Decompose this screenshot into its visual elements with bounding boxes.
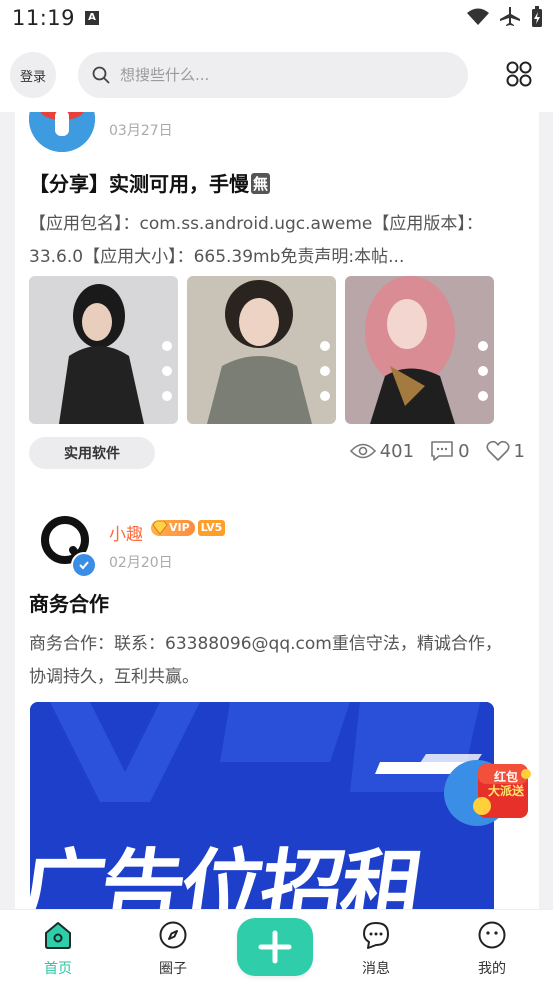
profile-icon — [478, 921, 506, 949]
post-title[interactable]: 【分享】实测可用，手慢無 — [29, 168, 271, 197]
post-title[interactable]: 商务合作 — [29, 588, 109, 617]
bottom-tab-bar: 首页 圈子 消息 我的 — [0, 909, 553, 985]
top-bar: 登录 — [0, 38, 553, 112]
status-icons — [467, 6, 543, 28]
verified-badge-icon — [71, 552, 97, 578]
tab-profile-label: 我的 — [478, 961, 506, 977]
avatar-image — [29, 112, 95, 152]
plus-icon — [258, 930, 292, 964]
likes-stat[interactable]: 1 — [485, 440, 525, 462]
likes-count: 1 — [513, 440, 525, 462]
author-name[interactable]: 小趣 — [109, 520, 143, 545]
vip-label: VIP — [169, 521, 190, 534]
video-thumbnail[interactable] — [187, 276, 336, 424]
post-date: 02月20日 — [109, 555, 173, 571]
ad-banner-text: 广告位招租 — [30, 840, 428, 909]
tab-home-label: 首页 — [44, 961, 72, 977]
notification-icon: A — [85, 11, 99, 25]
search-bar[interactable] — [78, 52, 468, 98]
video-thumbnail[interactable] — [29, 276, 178, 424]
comment-icon — [431, 441, 453, 461]
red-packet-line1: 红包 — [493, 770, 518, 784]
red-packet-line2: 大派送 — [487, 784, 524, 798]
tab-profile[interactable]: 我的 — [462, 920, 522, 978]
comments-stat[interactable]: 0 — [430, 440, 470, 462]
level-badge: LV5 — [197, 520, 226, 536]
post-card[interactable]: 小趣 VIP LV5 02月20日 商务合作 商务合作：联系：63388096@… — [15, 494, 539, 909]
airplane-icon — [500, 7, 520, 26]
tab-home[interactable]: 首页 — [28, 920, 88, 978]
chat-icon — [363, 922, 389, 949]
login-button[interactable]: 登录 — [10, 52, 56, 98]
search-input[interactable] — [118, 65, 452, 85]
post-date: 03月27日 — [109, 123, 173, 139]
status-bar: 11:19 A — [0, 0, 553, 38]
status-time: 11:19 — [12, 6, 76, 30]
compass-icon — [159, 921, 187, 949]
post-stats: 401 0 1 — [349, 440, 525, 462]
ad-banner-image[interactable]: 广告位招租 — [30, 702, 494, 909]
heart-icon — [485, 440, 510, 461]
post-excerpt: 商务合作：联系：63388096@qq.com重信守法，精诚合作，协调持久，互利… — [29, 634, 502, 687]
create-post-button[interactable] — [237, 918, 313, 976]
red-packet-label: 红包 大派送 — [484, 770, 528, 798]
wifi-icon — [467, 8, 489, 25]
category-tag[interactable]: 实用软件 — [29, 437, 155, 469]
search-icon — [92, 66, 110, 84]
tab-messages-label: 消息 — [362, 961, 390, 977]
views-count: 401 — [379, 440, 415, 462]
video-thumbnail[interactable] — [345, 276, 494, 424]
red-packet-icon[interactable]: 红包 大派送 — [472, 760, 536, 824]
vip-badge: VIP — [151, 520, 195, 536]
tab-circle-label: 圈子 — [159, 961, 187, 977]
battery-icon — [532, 6, 542, 27]
post-excerpt: 【应用包名】：com.ss.android.ugc.aweme【应用版本】：33… — [29, 214, 483, 267]
home-icon — [45, 922, 71, 949]
apps-grid-icon[interactable] — [505, 60, 533, 88]
emoji-badge: 無 — [251, 173, 271, 194]
author-avatar[interactable] — [29, 112, 95, 152]
diamond-icon — [152, 521, 168, 535]
member-badges: VIP LV5 — [151, 520, 226, 536]
tab-circle[interactable]: 圈子 — [143, 920, 203, 978]
eye-icon — [349, 443, 376, 459]
post-title-text: 【分享】实测可用，手慢 — [29, 172, 249, 196]
tab-messages[interactable]: 消息 — [346, 920, 406, 978]
image-gallery — [29, 276, 494, 424]
views-stat: 401 — [349, 440, 415, 462]
comments-count: 0 — [458, 440, 470, 462]
